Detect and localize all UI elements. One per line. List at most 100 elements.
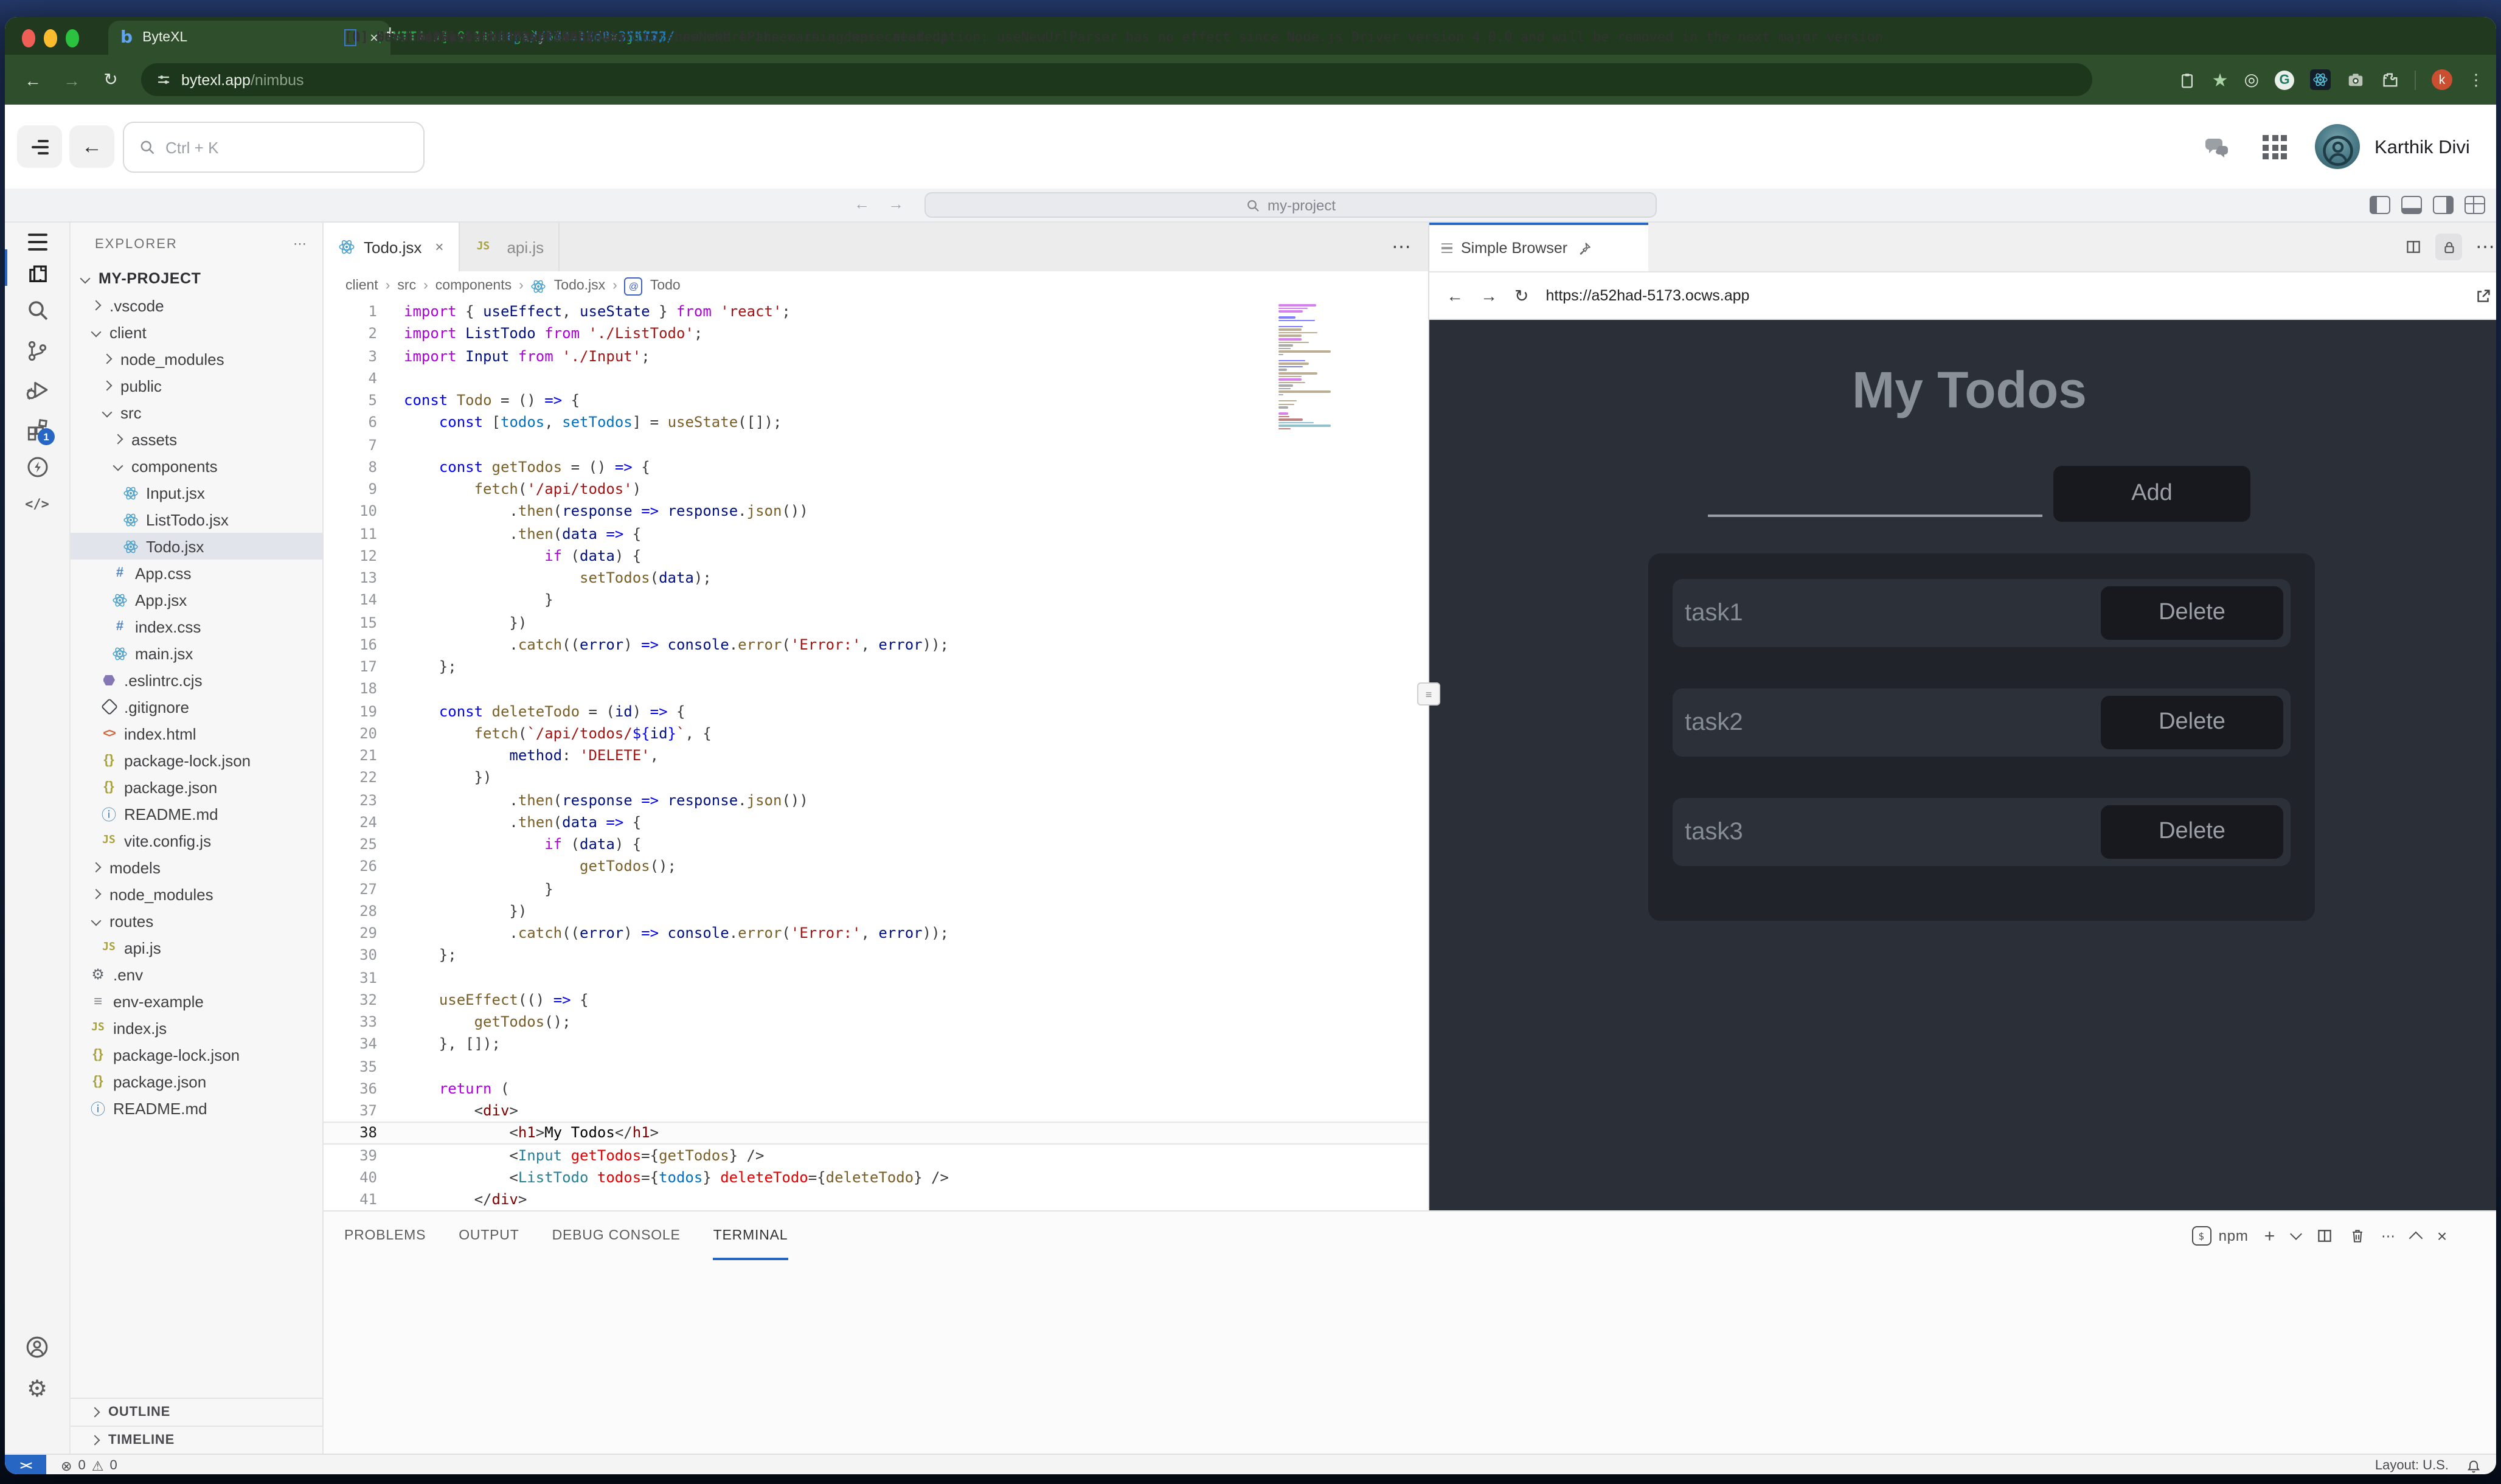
code-editor[interactable]: 1import { useEffect, useState } from 're… [324,300,1428,1210]
tree-item[interactable]: routes [71,907,322,934]
grammarly-icon[interactable]: G [2275,70,2294,89]
split-editor-icon[interactable] [2405,238,2422,255]
settings-gear-icon[interactable]: ⚙ [5,1370,69,1409]
minimap[interactable] [1278,304,1356,431]
split-terminal-icon[interactable] [2315,1227,2333,1244]
delete-button[interactable]: Delete [2101,586,2283,640]
traffic-close-button[interactable] [22,29,35,47]
tree-item[interactable]: #App.css [71,560,322,586]
tab-close-icon[interactable]: × [435,238,443,255]
tree-item[interactable]: Input.jsx [71,479,322,506]
extension-target-icon[interactable]: ◎ [2244,69,2259,90]
tree-item[interactable]: assets [71,426,322,452]
explorer-more-icon[interactable]: ⋯ [293,236,308,252]
kill-terminal-icon[interactable] [2348,1227,2365,1244]
terminal-output[interactable]: [0] [nodemon] starting `node index.js`[1… [324,1260,2496,1455]
sash-handle[interactable]: ≡ [1417,682,1440,706]
tab-api-js[interactable]: JS api.js [459,223,560,271]
tree-item[interactable]: ⓘREADME.md [71,1095,322,1122]
back-button[interactable]: ← [69,125,114,168]
new-terminal-icon[interactable]: + [2264,1226,2275,1246]
outline-section[interactable]: OUTLINE [71,1398,322,1426]
editor-actions-more-icon[interactable]: ⋯ [1392,235,1411,259]
tree-item[interactable]: JSindex.js [71,1014,322,1041]
code-view-icon[interactable]: </> [5,484,69,523]
panel-more-icon[interactable]: ⋯ [2475,235,2495,259]
delete-button[interactable]: Delete [2101,805,2283,859]
tree-item[interactable]: Todo.jsx [71,533,322,560]
tree-item[interactable]: ListTodo.jsx [71,506,322,533]
terminal-profile-label[interactable]: npm [2219,1227,2249,1244]
explorer-view-icon[interactable] [5,253,69,292]
chrome-menu-icon[interactable]: ⋮ [2468,70,2484,89]
react-devtools-icon[interactable] [2310,69,2331,90]
power-tools-icon[interactable] [5,448,69,487]
toggle-panel-icon[interactable] [2401,196,2422,214]
terminal-dropdown-icon[interactable] [2289,1228,2302,1240]
tree-item[interactable]: {}package-lock.json [71,1041,322,1068]
address-bar[interactable]: bytexl.app/nimbus [141,63,2092,96]
account-icon[interactable] [5,1327,69,1366]
tree-item[interactable]: #index.css [71,613,322,640]
screenshot-icon[interactable] [2347,71,2365,89]
tree-item[interactable]: node_modules [71,881,322,907]
user-avatar[interactable] [2315,124,2360,169]
history-forward-icon[interactable]: → [888,195,904,213]
nav-forward-icon[interactable]: → [1480,286,1497,305]
breadcrumb[interactable]: client› src› components› Todo.jsx› @ Tod… [324,271,1428,300]
tree-item[interactable]: components [71,452,322,479]
browser-forward-button[interactable]: → [61,70,83,89]
run-debug-icon[interactable] [5,370,69,409]
tree-item[interactable]: main.jsx [71,640,322,667]
tree-item[interactable]: node_modules [71,345,322,372]
reading-list-icon[interactable] [2179,71,2196,88]
nav-back-icon[interactable]: ← [1446,286,1463,305]
tree-root[interactable]: MY-PROJECT [71,265,322,292]
traffic-zoom-button[interactable] [66,29,79,47]
tree-item[interactable]: .gitignore [71,693,322,720]
traffic-minimize-button[interactable] [44,29,57,47]
extensions-icon[interactable] [5,409,69,448]
browser-back-button[interactable]: ← [22,70,44,89]
tree-item[interactable]: ⚙.env [71,961,322,988]
tree-item[interactable]: public [71,372,322,399]
tree-item[interactable]: <>index.html [71,720,322,747]
pin-icon[interactable] [1576,240,1592,256]
project-search-box[interactable]: my-project [924,192,1657,218]
site-settings-icon[interactable] [156,72,172,88]
tab-terminal[interactable]: TERMINAL [713,1212,788,1260]
maximize-panel-icon[interactable] [2410,1232,2424,1246]
nav-reload-icon[interactable]: ↻ [1514,285,1528,306]
tree-item[interactable]: .vscode [71,292,322,319]
command-search-input[interactable]: Ctrl + K [123,122,425,173]
open-external-icon[interactable] [2474,286,2492,305]
delete-button[interactable]: Delete [2101,696,2283,749]
history-back-icon[interactable]: ← [854,195,870,213]
customize-layout-icon[interactable] [2465,196,2485,214]
support-chat-icon[interactable] [2202,133,2231,162]
workspace-list-button[interactable] [17,125,62,168]
tree-item[interactable]: ⓘREADME.md [71,800,322,827]
tree-item[interactable]: {}package-lock.json [71,747,322,774]
tree-item[interactable]: {}package.json [71,774,322,800]
toggle-secondary-sidebar-icon[interactable] [2433,196,2454,214]
notifications-bell-icon[interactable] [2466,1458,2482,1474]
close-panel-icon[interactable]: × [2437,1226,2447,1246]
tree-item[interactable]: {}package.json [71,1068,322,1095]
tree-item[interactable]: src [71,399,322,426]
search-view-icon[interactable] [5,291,69,330]
lock-icon[interactable] [2435,234,2462,260]
preview-url[interactable]: https://a52had-5173.ocws.app [1545,287,2457,304]
todo-input-field[interactable] [1708,478,2042,517]
tab-todo-jsx[interactable]: Todo.jsx × [324,223,459,271]
tree-item[interactable]: App.jsx [71,586,322,613]
source-control-icon[interactable] [5,331,69,370]
keyboard-layout[interactable]: Layout: U.S. [2375,1458,2449,1473]
problems-status[interactable]: ⊗ 0 ⚠ 0 [61,1458,117,1474]
apps-grid-icon[interactable] [2263,135,2287,159]
browser-reload-button[interactable]: ↻ [100,69,122,90]
tab-output[interactable]: OUTPUT [459,1212,519,1260]
tab-problems[interactable]: PROBLEMS [344,1212,426,1260]
toggle-sidebar-icon[interactable] [2370,196,2390,214]
extensions-puzzle-icon[interactable] [2381,71,2399,89]
